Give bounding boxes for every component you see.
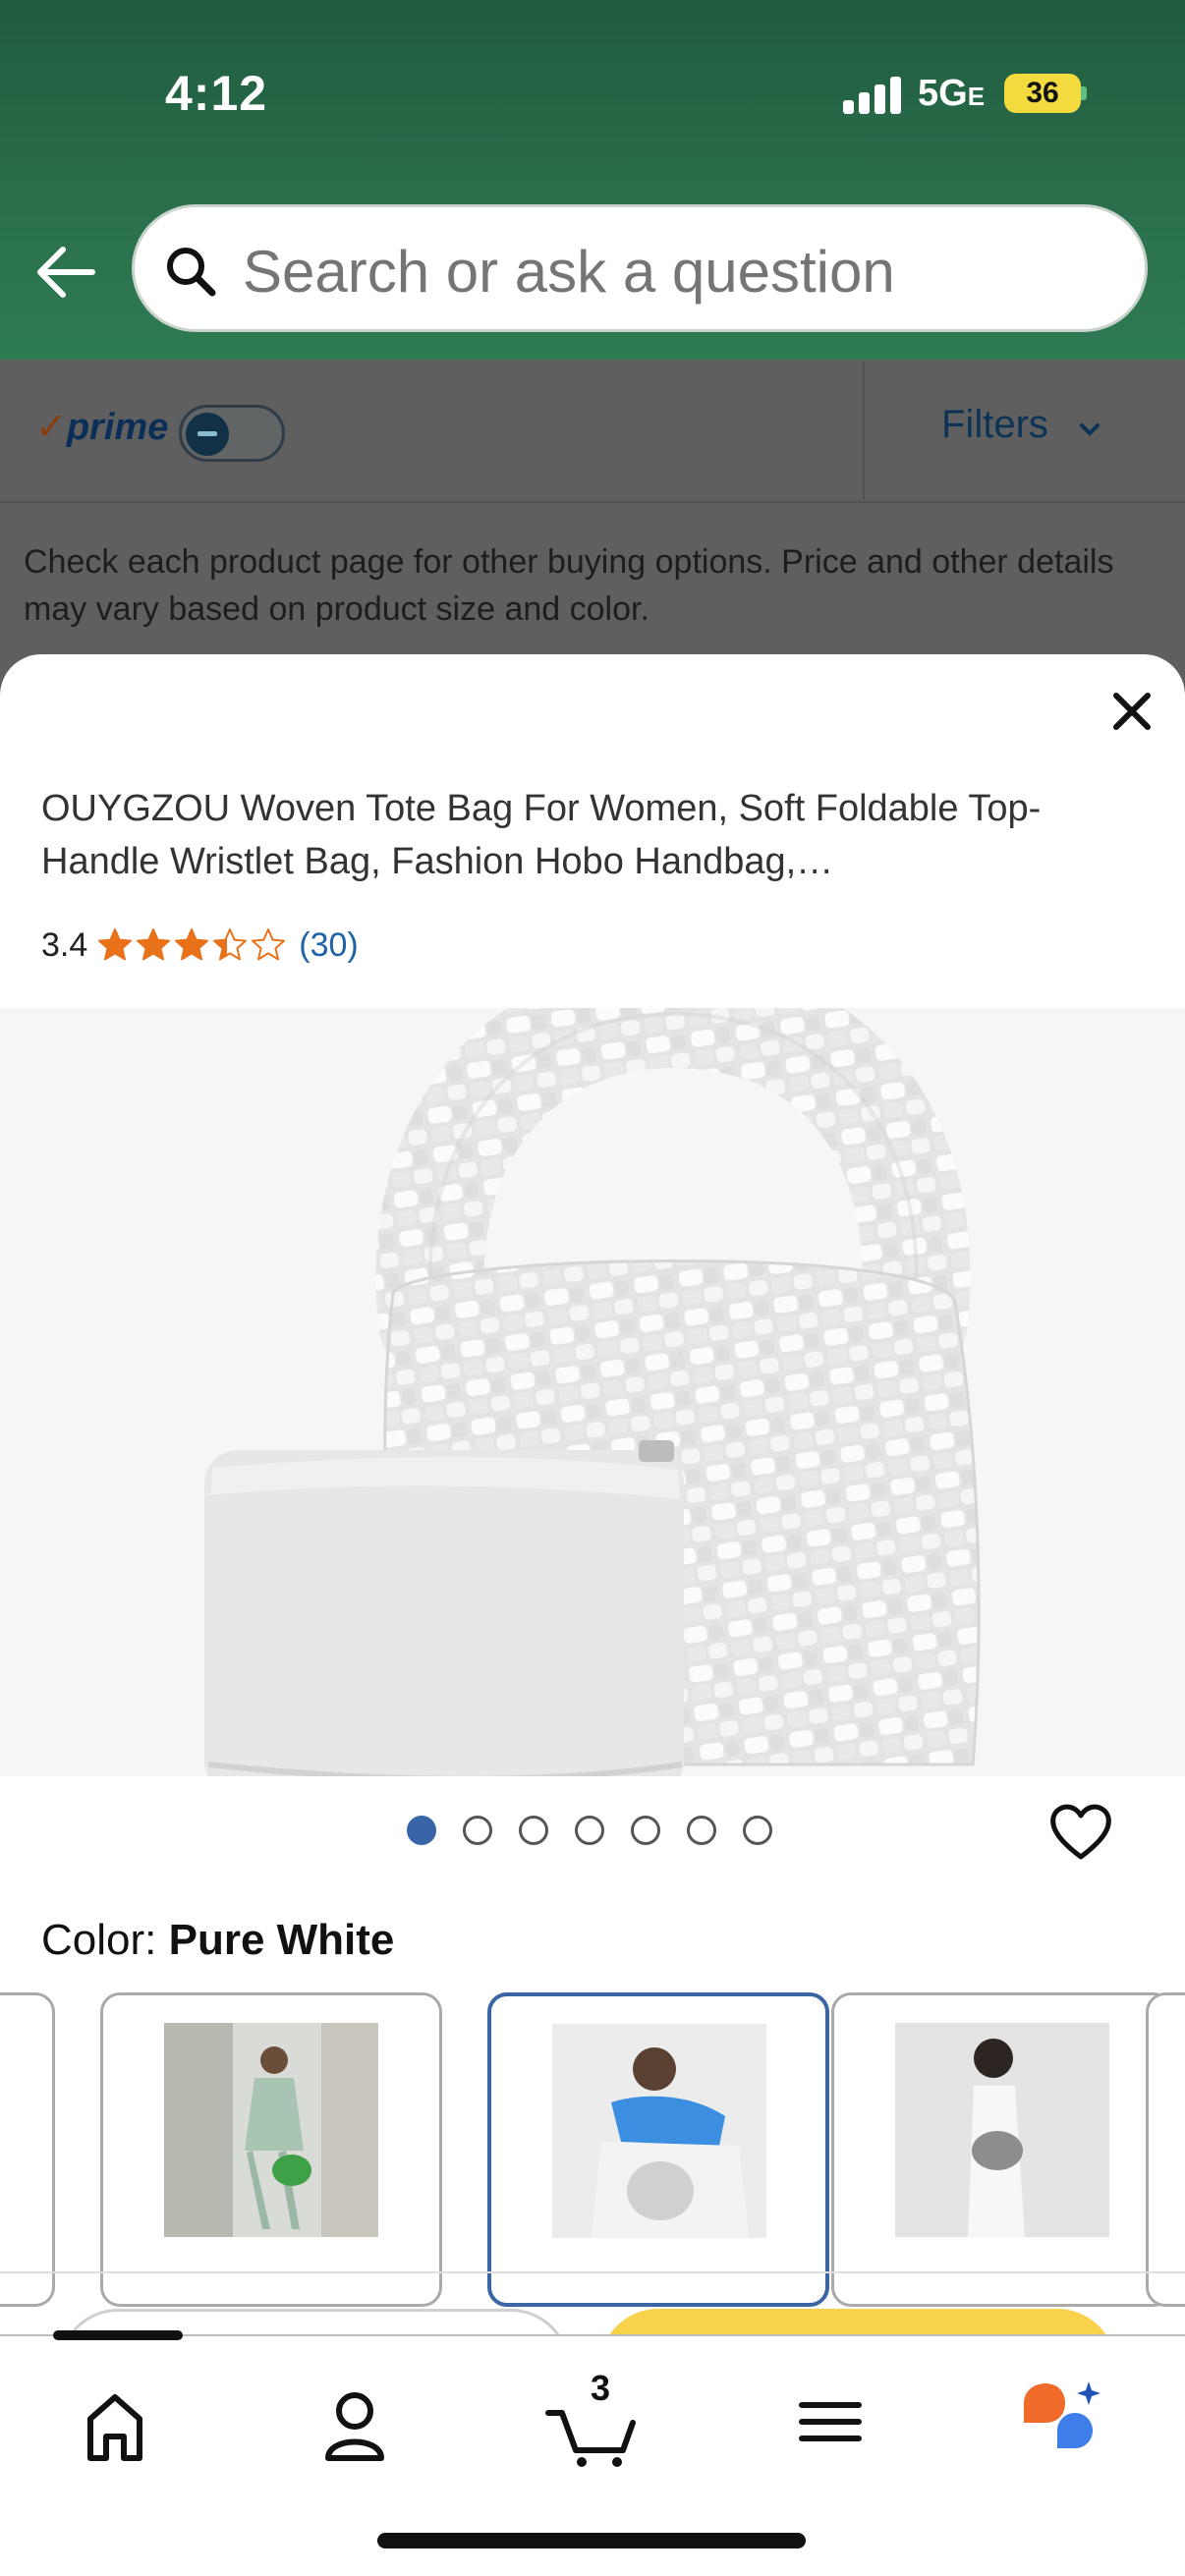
heart-icon[interactable] xyxy=(1047,1800,1114,1863)
cart-count-badge: 3 xyxy=(590,2368,611,2408)
star-icon xyxy=(213,928,248,961)
menu-icon xyxy=(799,2402,862,2441)
home-indicator xyxy=(377,2533,806,2548)
prime-toggle[interactable] xyxy=(179,405,285,462)
tab-rufus[interactable] xyxy=(1012,2368,1120,2476)
search-bar[interactable] xyxy=(132,204,1148,332)
close-icon[interactable] xyxy=(1108,688,1156,735)
star-icon xyxy=(175,928,209,961)
tab-menu[interactable] xyxy=(776,2368,884,2476)
rating-value: 3.4 xyxy=(41,925,88,964)
product-title[interactable]: OUYGZOU Woven Tote Bag For Women, Soft F… xyxy=(41,782,1122,888)
home-icon xyxy=(87,2394,142,2461)
rating-row[interactable]: 3.4 (30) xyxy=(41,922,359,969)
pagination-dot[interactable] xyxy=(463,1816,492,1845)
swatch-partial[interactable] xyxy=(1146,1992,1185,2307)
pagination-dot[interactable] xyxy=(519,1816,548,1845)
rating-count-link[interactable]: (30) xyxy=(299,926,358,965)
pagination-dot[interactable] xyxy=(687,1816,716,1845)
product-sheet: OUYGZOU Woven Tote Bag For Women, Soft F… xyxy=(0,654,1185,2576)
woven-tote-bag-image xyxy=(204,959,981,1794)
swatch-option[interactable] xyxy=(831,1992,1173,2307)
prime-logo: ✓prime xyxy=(35,407,169,448)
search-icon xyxy=(164,245,217,298)
color-swatches xyxy=(0,1992,1185,2307)
chevron-down-icon xyxy=(1079,419,1100,440)
signal-icon xyxy=(843,77,902,114)
toggle-knob xyxy=(186,413,229,456)
rufus-ai-icon xyxy=(1024,2381,1100,2448)
battery-icon: 36 xyxy=(1004,74,1081,113)
network-label: 5GE xyxy=(918,73,986,114)
back-arrow-icon[interactable] xyxy=(33,240,98,305)
divider xyxy=(863,362,865,499)
swatch-partial[interactable] xyxy=(0,1992,55,2307)
pagination-dot[interactable] xyxy=(575,1816,604,1845)
buying-options-notice: Check each product page for other buying… xyxy=(24,543,1114,628)
swatch-green-bag-photo xyxy=(164,2023,378,2237)
swatch-white-bag-photo xyxy=(552,2024,766,2238)
product-image[interactable] xyxy=(0,959,1185,1794)
filters-button[interactable]: Filters xyxy=(941,403,1048,447)
color-selector-label: Color: Pure White xyxy=(41,1916,395,1964)
swatch-silver-bag-photo xyxy=(895,2023,1109,2237)
tab-account[interactable] xyxy=(301,2368,409,2476)
status-time: 4:12 xyxy=(165,66,268,121)
pagination-dot[interactable] xyxy=(743,1816,772,1845)
divider xyxy=(0,2271,1185,2273)
pagination-dot[interactable] xyxy=(631,1816,660,1845)
swatch-option-selected[interactable] xyxy=(487,1992,829,2307)
account-icon xyxy=(325,2392,384,2461)
battery-tip xyxy=(1081,86,1087,100)
active-tab-indicator xyxy=(53,2330,183,2340)
search-input[interactable] xyxy=(243,237,1107,306)
swatch-option[interactable] xyxy=(100,1992,442,2307)
star-icon xyxy=(98,928,133,961)
star-icon xyxy=(252,928,286,961)
star-icon xyxy=(137,928,171,961)
star-rating xyxy=(97,927,289,963)
tab-home[interactable] xyxy=(61,2368,169,2476)
pagination-dot[interactable] xyxy=(407,1816,436,1845)
image-pagination[interactable] xyxy=(407,1816,799,1845)
